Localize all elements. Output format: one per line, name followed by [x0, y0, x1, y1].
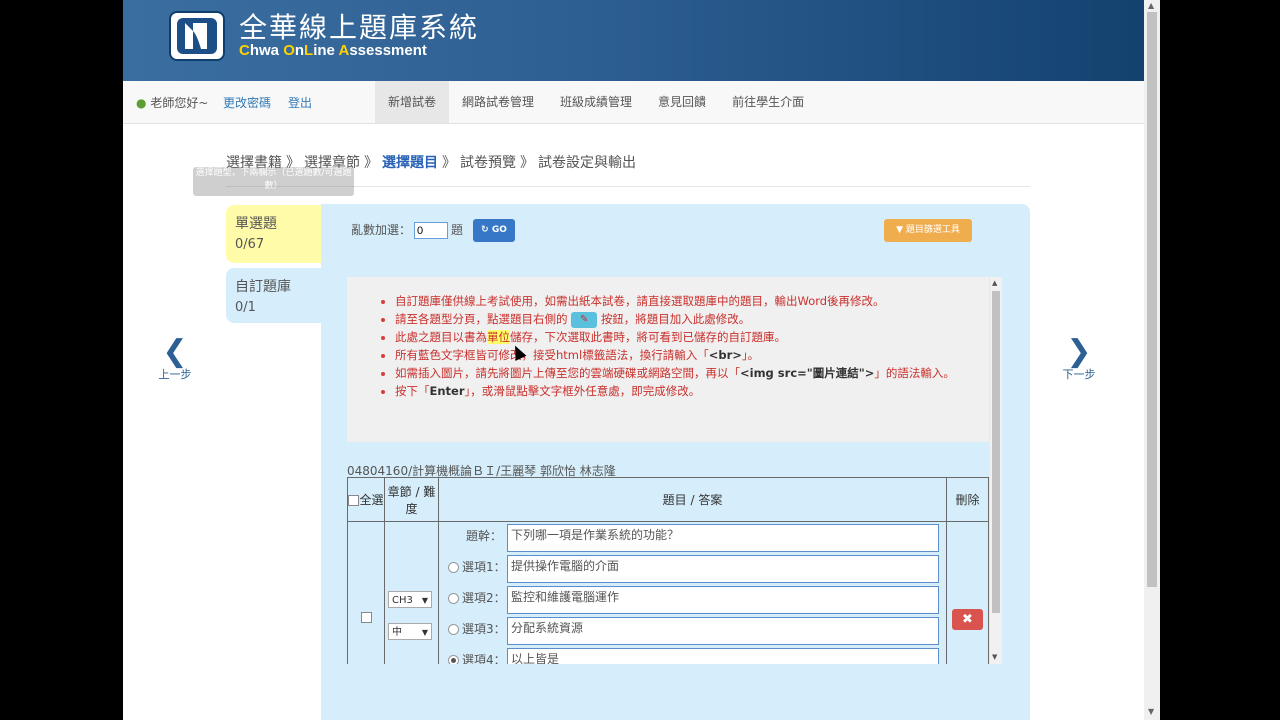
option-field: 選項4： 以上皆是 [439, 648, 946, 664]
chevron-right-icon: ❯ [1066, 334, 1092, 369]
close-icon: ✖ [962, 612, 973, 627]
prev-step-button[interactable]: ❮ 上一步 [153, 334, 197, 382]
chapter-select[interactable]: CH3 ▼ [388, 591, 432, 608]
option-field: 選項2： 監控和維護電腦運作 [439, 586, 946, 617]
app-title: 全華線上題庫系統 [239, 11, 480, 44]
delete-header: 刪除 [946, 477, 989, 522]
menu-new-exam[interactable]: 新增試卷 [375, 81, 450, 123]
option-radio[interactable] [448, 624, 459, 635]
question-header: 題目 / 答案 [438, 477, 947, 522]
step-select-question: 選擇題目 [382, 155, 438, 171]
scroll-down-icon[interactable]: ▼ [992, 653, 997, 661]
refresh-icon: ↻ [481, 225, 489, 235]
page: 全華線上題庫系統 Chwa OnLine Assessment ● 老師您好~ … [123, 0, 1144, 720]
row-checkbox[interactable] [361, 612, 372, 623]
logo-icon [169, 11, 225, 61]
question-scroll-area[interactable]: 自訂題庫僅供線上考試使用，如需出紙本試卷，請直接選取題庫中的題目，輸出Word後… [347, 277, 1003, 664]
difficulty-select[interactable]: 中 ▼ [388, 623, 432, 640]
question-table: 全選 章節 / 難度 題目 / 答案 刪除 CH3 ▼ 中 ▼ 題幹： 下列哪一… [347, 477, 989, 664]
delete-button[interactable]: ✖ [952, 609, 983, 630]
table-row: CH3 ▼ 中 ▼ 題幹： 下列哪一項是作業系統的功能？ 選項1： 提供操作電腦的介… [347, 521, 989, 664]
tab-single-choice[interactable]: 單選題 0/67 [226, 205, 322, 263]
filter-icon: ▼ [896, 225, 904, 235]
user-icon: ● [136, 96, 147, 110]
note-item: 按下「Enter」，或滑鼠點擊文字框外任意處，即完成修改。 [395, 382, 955, 400]
stem-field: 題幹： 下列哪一項是作業系統的功能？ [439, 524, 946, 555]
option-field: 選項3： 分配系統資源 [439, 617, 946, 648]
random-select: 亂數加選：題 [351, 221, 463, 239]
chevron-down-icon: ▼ [421, 628, 428, 637]
change-password-link[interactable]: 更改密碼 [223, 94, 271, 111]
option-input[interactable]: 分配系統資源 [507, 617, 939, 645]
menu-student-interface[interactable]: 前往學生介面 [719, 81, 817, 123]
note-item: 請至各題型分頁，點選題目右側的 ✎ 按鈕，將題目加入此處修改。 [395, 310, 955, 328]
chevron-left-icon: ❮ [162, 334, 188, 369]
scroll-thumb[interactable] [1147, 12, 1157, 587]
main-menu: 新增試卷 網路試卷管理 班級成績管理 意見回饋 前往學生介面 [375, 81, 817, 123]
pencil-icon: ✎ [571, 311, 598, 328]
tooltip: 選擇題型，下兩欄示（已選題數/可選題數） [193, 167, 354, 196]
menu-online-exam-manage[interactable]: 網路試卷管理 [449, 81, 547, 123]
user-greeting: ● 老師您好~ [136, 96, 209, 110]
inner-scrollbar[interactable]: ▲ ▼ [990, 277, 1002, 664]
option-input[interactable]: 提供操作電腦的介面 [507, 555, 939, 583]
scroll-thumb[interactable] [992, 291, 1000, 613]
note-item: 如需插入圖片，請先將圖片上傳至您的雲端硬碟或網路空間，再以「<img src="… [395, 364, 955, 382]
step-settings-output: 試卷設定與輸出 [538, 155, 636, 171]
stem-input[interactable]: 下列哪一項是作業系統的功能？ [507, 524, 939, 552]
menu-feedback[interactable]: 意見回饋 [645, 81, 719, 123]
scroll-up-icon[interactable]: ▲ [1148, 1, 1154, 10]
option-radio[interactable] [448, 562, 459, 573]
option-input[interactable]: 以上皆是 [507, 648, 939, 664]
scroll-up-icon[interactable]: ▲ [992, 279, 997, 287]
menu-class-grades[interactable]: 班級成績管理 [547, 81, 645, 123]
app-subtitle: Chwa OnLine Assessment [239, 42, 427, 59]
note-item: 此處之題目以書為單位儲存，下次選取此書時，將可看到已儲存的自訂題庫。 [395, 328, 955, 346]
option-field: 選項1： 提供操作電腦的介面 [439, 555, 946, 586]
option-input[interactable]: 監控和維護電腦運作 [507, 586, 939, 614]
browser-scrollbar[interactable]: ▲ ▼ [1144, 0, 1160, 720]
select-all-checkbox[interactable] [348, 495, 360, 506]
option-radio-selected[interactable] [448, 655, 459, 664]
main-panel: 亂數加選：題 ↻ GO ▼ 題目篩選工具 自訂題庫僅供線上考試使用，如需出紙本試… [321, 204, 1030, 720]
logout-link[interactable]: 登出 [288, 94, 312, 111]
scroll-down-icon[interactable]: ▼ [1148, 707, 1154, 716]
header-banner: 全華線上題庫系統 Chwa OnLine Assessment [123, 0, 1144, 81]
next-step-button[interactable]: ❯ 下一步 [1057, 334, 1101, 382]
random-count-input[interactable] [414, 222, 449, 239]
top-nav: ● 老師您好~ 更改密碼 登出 新增試卷 網路試卷管理 班級成績管理 意見回饋 … [123, 81, 1144, 124]
chevron-down-icon: ▼ [421, 596, 428, 605]
instructions: 自訂題庫僅供線上考試使用，如需出紙本試卷，請直接選取題庫中的題目，輸出Word後… [347, 277, 989, 442]
select-all-header[interactable]: 全選 [347, 477, 385, 522]
filter-tool-button[interactable]: ▼ 題目篩選工具 [884, 219, 972, 242]
step-preview: 試卷預覽 [460, 155, 516, 171]
option-radio[interactable] [448, 593, 459, 604]
note-item: 自訂題庫僅供線上考試使用，如需出紙本試卷，請直接選取題庫中的題目，輸出Word後… [395, 292, 955, 310]
chapter-header: 章節 / 難度 [384, 477, 439, 522]
go-button[interactable]: ↻ GO [473, 219, 515, 242]
tab-custom-bank[interactable]: 自訂題庫 0/1 [226, 268, 322, 323]
note-item: 所有藍色文字框皆可修改，接受html標籤語法，換行請輸入「<br>」。 [395, 346, 955, 364]
